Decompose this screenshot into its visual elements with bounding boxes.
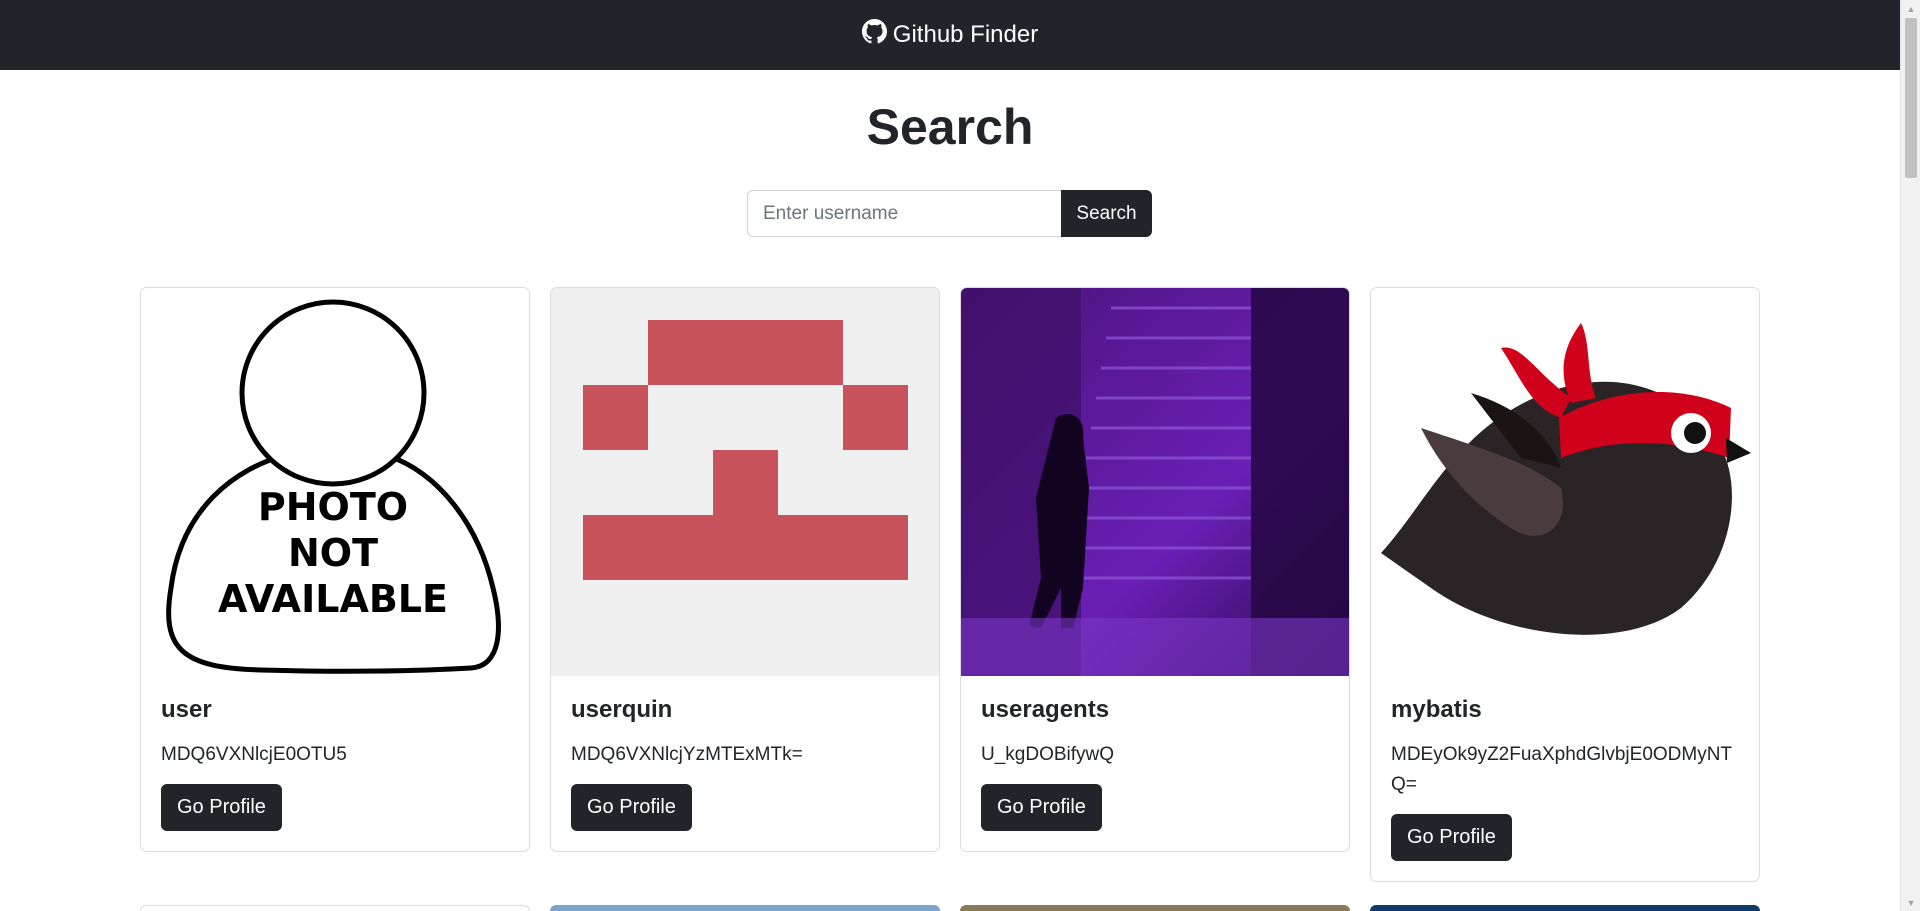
avatar (551, 288, 939, 676)
search-button[interactable]: Search (1061, 190, 1152, 237)
user-card (960, 905, 1350, 911)
card-title: userquin (571, 696, 673, 723)
card-node-id: U_kgDOBifywQ (981, 744, 1115, 765)
brand-label: Github Finder (892, 21, 1039, 48)
ninja-bird-logo-icon (1371, 288, 1759, 676)
card-node-id: MDQ6VXNlcjE0OTU5 (161, 744, 347, 765)
avatar: PHOTO NOT AVAILABLE (141, 288, 529, 676)
card-title: mybatis (1391, 696, 1482, 723)
user-card (140, 905, 530, 911)
search-form: Search (747, 190, 1152, 237)
svg-text:PHOTO: PHOTO (258, 485, 408, 529)
page-title: Search (866, 99, 1034, 155)
card-node-id: MDEyOk9yZ2FuaXphdGlvbjE0ODMyNTQ= (1391, 744, 1733, 795)
stairs-photo-icon (961, 288, 1349, 676)
user-card: userquin MDQ6VXNlcjYzMTExMTk= Go Profile (550, 287, 940, 852)
go-profile-button[interactable]: Go Profile (161, 784, 282, 831)
svg-text:NOT: NOT (288, 531, 378, 575)
card-node-id: MDQ6VXNlcjYzMTExMTk= (571, 744, 803, 765)
avatar (1371, 288, 1759, 676)
user-card (1370, 905, 1760, 911)
card-title: useragents (981, 696, 1110, 723)
github-icon (861, 19, 887, 51)
card-title: user (161, 696, 212, 723)
user-card: PHOTO NOT AVAILABLE user MDQ6VXNlcjE0OTU… (140, 287, 530, 852)
user-card (550, 905, 940, 911)
avatar (961, 288, 1349, 676)
scroll-thumb[interactable] (1905, 18, 1917, 178)
user-card: useragents U_kgDOBifywQ Go Profile (960, 287, 1350, 852)
scroll-down-icon[interactable]: ▼ (1901, 894, 1920, 911)
go-profile-button[interactable]: Go Profile (571, 784, 692, 831)
svg-text:AVAILABLE: AVAILABLE (218, 577, 448, 621)
user-card: mybatis MDEyOk9yZ2FuaXphdGlvbjE0ODMyNTQ=… (1370, 287, 1760, 882)
search-input[interactable] (747, 190, 1061, 237)
go-profile-button[interactable]: Go Profile (1391, 814, 1512, 861)
navbar-brand[interactable]: Github Finder (861, 19, 1039, 51)
page-scrollbar[interactable]: ▲ ▼ (1900, 0, 1920, 911)
photo-not-available-icon: PHOTO NOT AVAILABLE (141, 288, 529, 676)
scroll-up-icon[interactable]: ▲ (1901, 0, 1920, 17)
identicon-icon (551, 288, 939, 676)
go-profile-button[interactable]: Go Profile (981, 784, 1102, 831)
navbar: Github Finder (0, 0, 1900, 70)
